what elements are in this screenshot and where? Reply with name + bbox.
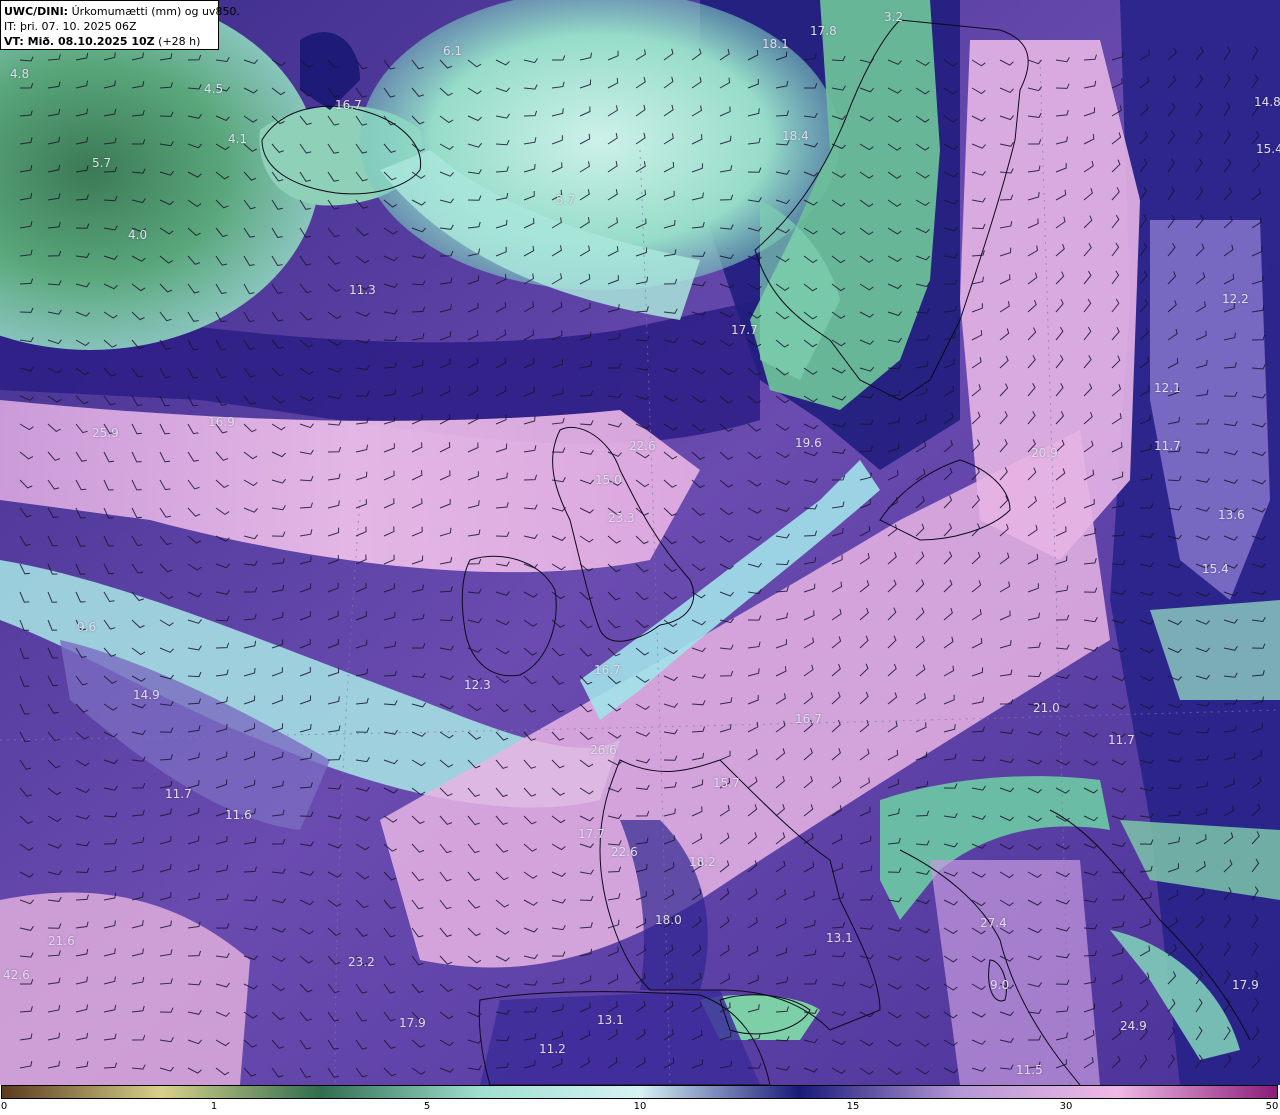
colorbar-tick-label: 30 bbox=[1059, 1101, 1073, 1112]
value-label: 18.2 bbox=[689, 855, 716, 869]
value-label: 16.7 bbox=[594, 663, 621, 677]
value-label: 4.8 bbox=[10, 67, 30, 81]
value-label: 17.9 bbox=[1232, 978, 1259, 992]
value-label: 23.2 bbox=[348, 955, 375, 969]
value-label: 9.0 bbox=[990, 978, 1010, 992]
valid-time: Mið. 08.10.2025 10Z bbox=[23, 35, 155, 48]
value-label: 18.0 bbox=[655, 913, 682, 927]
value-label: 13.1 bbox=[826, 931, 853, 945]
colorbar: 0 1 5 10 15 30 50 bbox=[0, 1085, 1280, 1115]
value-label: 23.3 bbox=[608, 511, 635, 525]
title-line: UWC/DINI: Úrkomumætti (mm) og uv850. bbox=[4, 4, 240, 19]
colorbar-tick-label: 1 bbox=[210, 1101, 218, 1112]
colorbar-tick-label: 0 bbox=[0, 1101, 8, 1112]
value-label: 17.8 bbox=[810, 24, 837, 38]
value-label: 3.2 bbox=[884, 10, 904, 24]
value-label: 5.7 bbox=[556, 193, 576, 207]
value-label: 4.1 bbox=[228, 132, 248, 146]
value-label: 21.6 bbox=[48, 934, 75, 948]
value-label: 18.1 bbox=[762, 37, 789, 51]
colorbar-tick-label: 15 bbox=[846, 1101, 860, 1112]
value-label: 21.0 bbox=[1033, 701, 1060, 715]
value-label: 11.7 bbox=[1108, 733, 1135, 747]
colorbar-tick-label: 10 bbox=[633, 1101, 647, 1112]
initial-time: IT: þri. 07. 10. 2025 06Z bbox=[4, 20, 137, 33]
value-label: 11.2 bbox=[539, 1042, 566, 1056]
value-label: 27.4 bbox=[980, 916, 1007, 930]
value-label: 11.7 bbox=[165, 787, 192, 801]
value-label: 15.4 bbox=[1202, 562, 1229, 576]
lead-time: (+28 h) bbox=[154, 35, 201, 48]
value-label: 20.9 bbox=[1031, 446, 1058, 460]
value-label: 12.1 bbox=[1154, 381, 1181, 395]
colorbar-strip bbox=[1, 1085, 1278, 1099]
value-label: 11.5 bbox=[1016, 1063, 1043, 1077]
value-label: 12.2 bbox=[1222, 292, 1249, 306]
precipitation-map: UWC/DINI: Úrkomumætti (mm) og uv850. IT:… bbox=[0, 0, 1280, 1085]
value-label: 17.7 bbox=[578, 827, 605, 841]
value-label: 22.6 bbox=[611, 845, 638, 859]
value-label: 9.6 bbox=[77, 620, 97, 634]
colorbar-tick-label: 50 bbox=[1265, 1101, 1279, 1112]
value-label: 11.3 bbox=[349, 283, 376, 297]
precipitation-field bbox=[0, 0, 1280, 1085]
value-label: 12.3 bbox=[464, 678, 491, 692]
value-label: 42.6 bbox=[3, 968, 30, 982]
valid-time-line: VT: Mið. 08.10.2025 10Z (+28 h) bbox=[4, 34, 215, 49]
value-label: 15.7 bbox=[713, 776, 740, 790]
colorbar-tick-label: 5 bbox=[423, 1101, 431, 1112]
value-label: 4.0 bbox=[128, 228, 148, 242]
value-label: 24.9 bbox=[1120, 1019, 1147, 1033]
field-name: Úrkomumætti (mm) og uv850. bbox=[68, 5, 240, 18]
value-label: 13.6 bbox=[1218, 508, 1245, 522]
value-label: 18.4 bbox=[782, 129, 809, 143]
value-label: 11.6 bbox=[225, 808, 252, 822]
value-label: 16.7 bbox=[795, 712, 822, 726]
value-label: 14.8 bbox=[1254, 95, 1280, 109]
value-label: 22.6 bbox=[629, 439, 656, 453]
value-label: 26.6 bbox=[590, 743, 617, 757]
value-label: 16.9 bbox=[208, 415, 235, 429]
value-label: 17.9 bbox=[399, 1016, 426, 1030]
value-label: 19.6 bbox=[795, 436, 822, 450]
value-label: 14.9 bbox=[133, 688, 160, 702]
value-label: 13.1 bbox=[597, 1013, 624, 1027]
value-label: 4.5 bbox=[204, 82, 224, 96]
value-label: 5.7 bbox=[92, 156, 112, 170]
value-label: 6.1 bbox=[443, 44, 463, 58]
model-name: UWC/DINI: bbox=[4, 5, 69, 18]
value-label: 11.7 bbox=[1154, 439, 1181, 453]
value-label: 15.0 bbox=[595, 473, 622, 487]
valid-time-prefix: VT: bbox=[4, 35, 24, 48]
value-label: 15.4 bbox=[1256, 142, 1280, 156]
value-label: 16.7 bbox=[335, 98, 362, 112]
map-title-box: UWC/DINI: Úrkomumætti (mm) og uv850. IT:… bbox=[0, 0, 240, 50]
value-label: 17.7 bbox=[731, 323, 758, 337]
value-label: 25.9 bbox=[92, 426, 119, 440]
